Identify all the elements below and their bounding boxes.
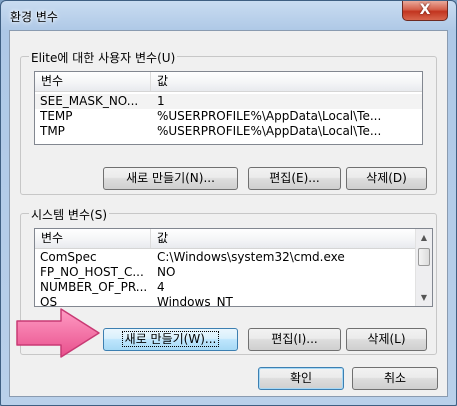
variable-value: NO <box>157 265 176 279</box>
close-icon: X <box>419 2 431 18</box>
variable-value: %USERPROFILE%\AppData\Local\Te... <box>157 124 382 138</box>
list-item[interactable]: TMP %USERPROFILE%\AppData\Local\Te... <box>35 124 422 139</box>
user-edit-button[interactable]: 편집(E)... <box>248 167 341 190</box>
column-header-variable[interactable]: 변수 <box>35 72 151 91</box>
system-new-button-label: 새로 만들기(W)... <box>121 331 220 347</box>
scroll-down-arrow-icon[interactable]: ▼ <box>416 289 432 306</box>
variable-value: %USERPROFILE%\AppData\Local\Te... <box>157 109 382 123</box>
environment-variables-window: 환경 변수 X Elite에 대한 사용자 변수(U) 변수 값 SEE_MAS… <box>0 0 457 406</box>
variable-name: FP_NO_HOST_C... <box>40 265 144 279</box>
system-variables-scrollbar[interactable]: ▲ ▼ <box>415 229 432 306</box>
user-variables-list-header: 변수 값 <box>35 72 422 92</box>
ok-button[interactable]: 확인 <box>258 367 344 390</box>
pink-pointer-arrow-icon <box>16 308 100 358</box>
column-header-value[interactable]: 값 <box>151 229 415 248</box>
scrollbar-thumb[interactable] <box>418 248 430 266</box>
column-header-value[interactable]: 값 <box>151 72 422 91</box>
cancel-button[interactable]: 취소 <box>352 367 438 390</box>
system-edit-button[interactable]: 편집(I)... <box>248 328 341 351</box>
user-variables-group: Elite에 대한 사용자 변수(U) 변수 값 SEE_MASK_NO... … <box>20 49 437 195</box>
variable-name: TEMP <box>40 109 73 123</box>
system-variables-list-header: 변수 값 <box>35 229 415 249</box>
system-variables-group-label: 시스템 변수(S) <box>29 206 109 223</box>
variable-name: NUMBER_OF_PR... <box>40 280 148 294</box>
scroll-up-arrow-icon[interactable]: ▲ <box>416 229 432 246</box>
list-item[interactable]: SEE_MASK_NO... 1 <box>35 94 422 109</box>
column-header-variable[interactable]: 변수 <box>35 229 151 248</box>
window-title: 환경 변수 <box>10 10 58 24</box>
list-item[interactable]: OS Windows_NT <box>35 295 415 307</box>
variable-name: OS <box>40 295 58 307</box>
system-delete-button[interactable]: 삭제(L) <box>346 328 427 351</box>
variable-name: SEE_MASK_NO... <box>40 94 139 108</box>
variable-value: 1 <box>157 94 165 108</box>
variable-value: 4 <box>157 280 165 294</box>
list-item[interactable]: NUMBER_OF_PR... 4 <box>35 280 415 295</box>
user-variables-list[interactable]: 변수 값 SEE_MASK_NO... 1 TEMP %USERPROFILE%… <box>34 71 423 145</box>
user-new-button[interactable]: 새로 만들기(N)... <box>103 167 238 190</box>
variable-value: Windows_NT <box>157 295 233 307</box>
list-item[interactable]: FP_NO_HOST_C... NO <box>35 265 415 280</box>
list-item[interactable]: TEMP %USERPROFILE%\AppData\Local\Te... <box>35 109 422 124</box>
system-variables-list[interactable]: 변수 값 ComSpec C:\Windows\system32\cmd.exe… <box>34 228 433 307</box>
system-new-button[interactable]: 새로 만들기(W)... <box>103 328 238 351</box>
close-button[interactable]: X <box>402 1 448 21</box>
variable-name: TMP <box>40 124 65 138</box>
list-item[interactable]: ComSpec C:\Windows\system32\cmd.exe <box>35 250 415 265</box>
variable-name: ComSpec <box>40 250 97 264</box>
user-delete-button[interactable]: 삭제(D) <box>346 167 427 190</box>
user-variables-group-label: Elite에 대한 사용자 변수(U) <box>29 49 178 66</box>
variable-value: C:\Windows\system32\cmd.exe <box>157 250 345 264</box>
